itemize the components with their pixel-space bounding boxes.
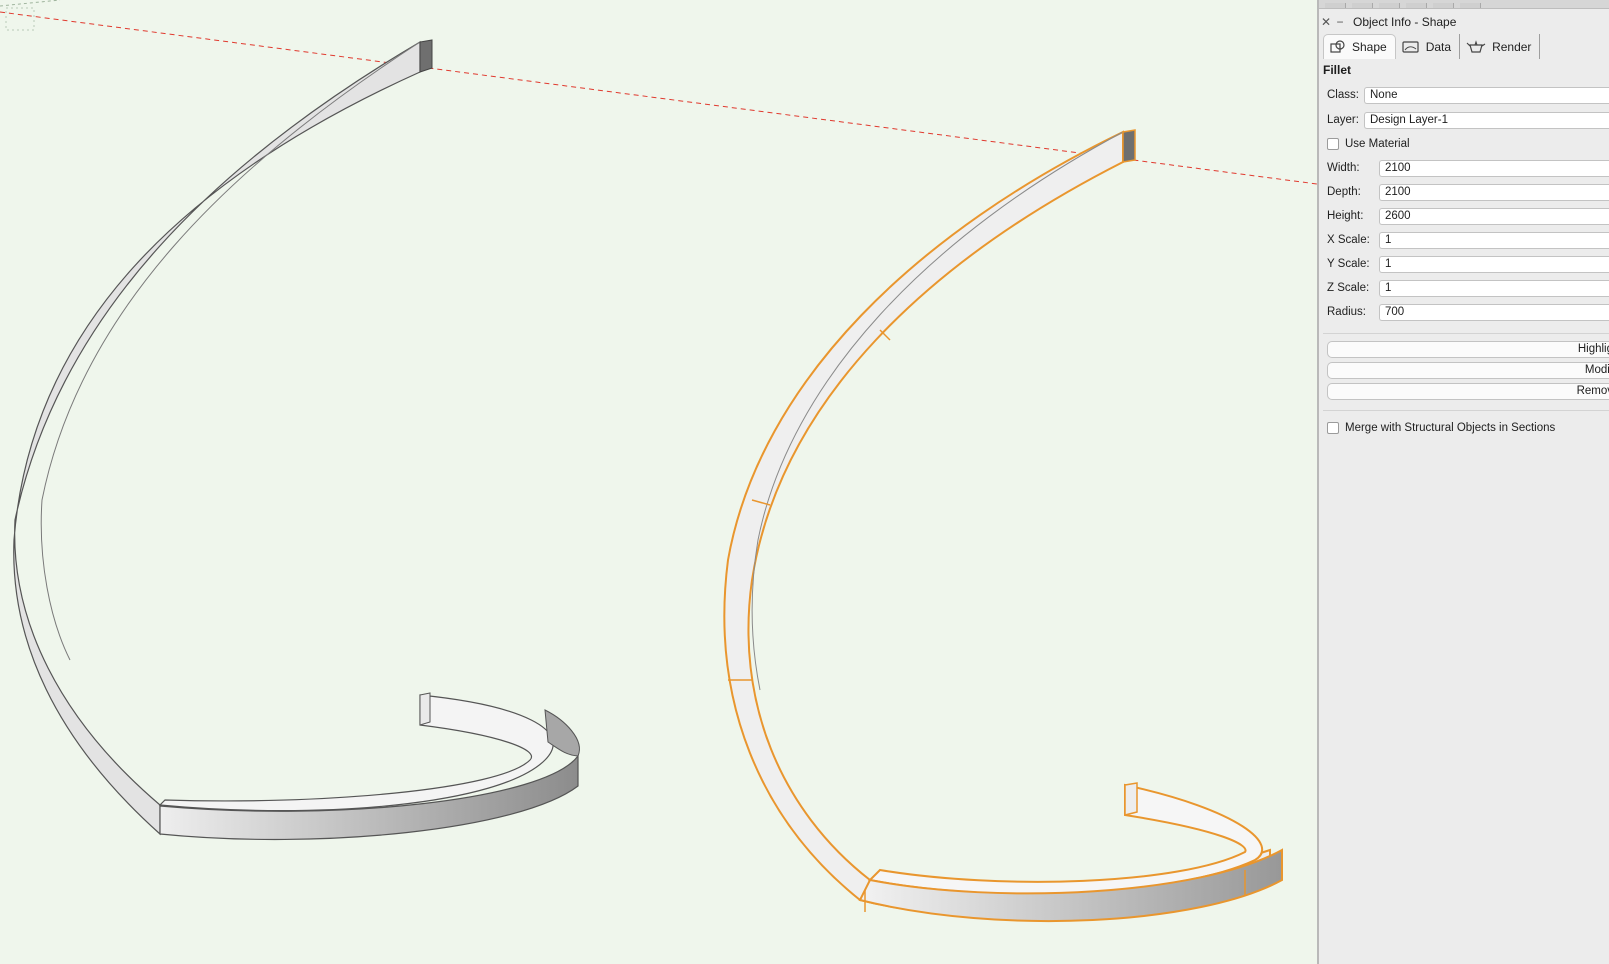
highlight-button-label: Highlig bbox=[1577, 343, 1609, 355]
checkbox-icon bbox=[1327, 138, 1339, 150]
field-label: X Scale: bbox=[1327, 234, 1370, 246]
field-label: Y Scale: bbox=[1327, 258, 1370, 270]
checkbox-icon bbox=[1327, 422, 1339, 434]
width-row: Width: 2100 bbox=[1327, 158, 1609, 178]
highlight-button[interactable]: Highlig bbox=[1327, 341, 1609, 358]
z-scale-field[interactable]: 1 bbox=[1379, 279, 1609, 297]
class-label: Class: bbox=[1327, 89, 1359, 101]
data-icon bbox=[1402, 40, 1419, 53]
field-label: Depth: bbox=[1327, 186, 1361, 198]
palette-title: Object Info - Shape bbox=[1353, 15, 1457, 29]
remove-button-label: Remov bbox=[1576, 385, 1609, 397]
y-scale-field[interactable]: 1 bbox=[1379, 255, 1609, 273]
tab-data-label: Data bbox=[1425, 39, 1452, 54]
radius-row: Radius: 700 bbox=[1327, 302, 1609, 322]
layer-label: Layer: bbox=[1327, 114, 1359, 126]
layer-row: Layer: Design Layer-1 bbox=[1327, 110, 1609, 130]
layer-select[interactable]: Design Layer-1 bbox=[1364, 111, 1609, 129]
remove-button[interactable]: Remov bbox=[1327, 383, 1609, 400]
divider bbox=[1323, 410, 1609, 411]
tool-icon[interactable] bbox=[1325, 3, 1346, 8]
shape-icon bbox=[1330, 40, 1345, 53]
merge-structural-label: Merge with Structural Objects in Section… bbox=[1345, 422, 1556, 434]
tool-icon[interactable] bbox=[1406, 3, 1427, 8]
modify-button-label: Modif bbox=[1584, 364, 1609, 376]
fillet-object-unselected[interactable] bbox=[13, 39, 580, 841]
field-label: Height: bbox=[1327, 210, 1364, 222]
depth-row: Depth: 2100 bbox=[1327, 182, 1609, 202]
fillet-object-selected[interactable] bbox=[723, 129, 1283, 922]
use-material-checkbox[interactable]: Use Material bbox=[1327, 135, 1410, 153]
radius-field[interactable]: 700 bbox=[1379, 303, 1609, 321]
tool-icon[interactable] bbox=[1433, 3, 1454, 8]
tab-render-label: Render bbox=[1492, 39, 1532, 54]
tool-icon[interactable] bbox=[1460, 3, 1481, 8]
field-label: Radius: bbox=[1327, 306, 1366, 318]
close-icon[interactable]: ✕ bbox=[1319, 15, 1333, 29]
width-field[interactable]: 2100 bbox=[1379, 159, 1609, 177]
drawing-viewport[interactable] bbox=[0, 0, 1317, 964]
field-label: Z Scale: bbox=[1327, 282, 1370, 294]
depth-field[interactable]: 2100 bbox=[1379, 183, 1609, 201]
merge-structural-checkbox[interactable]: Merge with Structural Objects in Section… bbox=[1327, 419, 1555, 437]
object-type-heading: Fillet bbox=[1323, 63, 1352, 77]
divider bbox=[1323, 333, 1609, 334]
tab-shape-label: Shape bbox=[1352, 40, 1387, 54]
minimize-icon[interactable]: − bbox=[1333, 15, 1347, 29]
tool-icon[interactable] bbox=[1379, 3, 1400, 8]
use-material-label: Use Material bbox=[1345, 138, 1410, 150]
tab-render[interactable]: Render bbox=[1460, 34, 1541, 59]
palette-toolbar bbox=[1319, 0, 1609, 9]
height-row: Height: 2600 bbox=[1327, 206, 1609, 226]
tab-shape[interactable]: Shape bbox=[1323, 34, 1396, 59]
x-scale-field[interactable]: 1 bbox=[1379, 231, 1609, 249]
height-field[interactable]: 2600 bbox=[1379, 207, 1609, 225]
class-select[interactable]: None bbox=[1364, 86, 1609, 104]
class-row: Class: None bbox=[1327, 85, 1609, 105]
tab-data[interactable]: Data bbox=[1396, 34, 1461, 59]
y-scale-row: Y Scale: 1 bbox=[1327, 254, 1609, 274]
object-info-palette: ✕ − Object Info - Shape Shape Data Rende… bbox=[1317, 0, 1609, 964]
field-label: Width: bbox=[1327, 162, 1360, 174]
palette-titlebar: ✕ − Object Info - Shape bbox=[1319, 12, 1609, 32]
model-canvas[interactable] bbox=[0, 0, 1317, 964]
modify-button[interactable]: Modif bbox=[1327, 362, 1609, 379]
x-scale-row: X Scale: 1 bbox=[1327, 230, 1609, 250]
z-scale-row: Z Scale: 1 bbox=[1327, 278, 1609, 298]
palette-tabs: Shape Data Render bbox=[1323, 34, 1541, 59]
tool-icon[interactable] bbox=[1352, 3, 1373, 8]
teapot-icon bbox=[1466, 39, 1486, 53]
